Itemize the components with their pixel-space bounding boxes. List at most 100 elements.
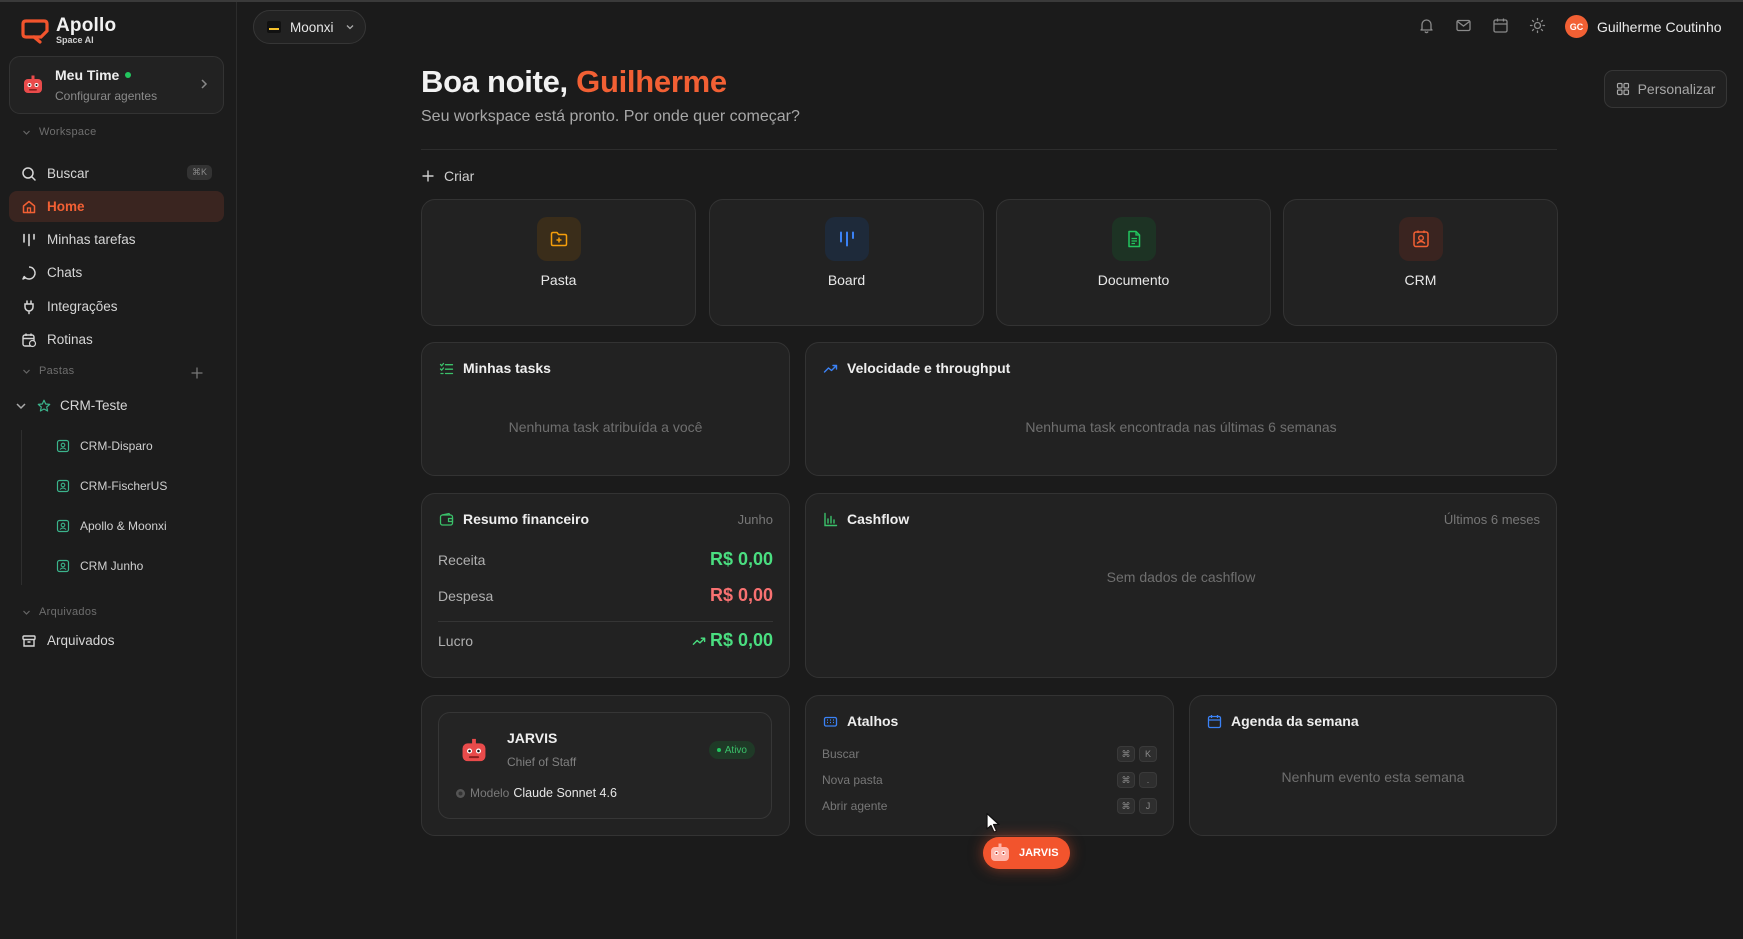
key-cap: K: [1139, 746, 1157, 762]
contact-icon: [56, 479, 70, 493]
model-chip-icon: [456, 788, 465, 798]
section-pastas[interactable]: Pastas: [22, 365, 74, 377]
cashflow-period: Últimos 6 meses: [1443, 512, 1540, 527]
chevron-down-icon: [346, 25, 353, 30]
create-card-label: Pasta: [540, 272, 577, 288]
bar-chart-icon: [824, 512, 838, 526]
agent-model: Modelo Claude Sonnet 4.6: [455, 786, 617, 800]
status-dot: [716, 748, 721, 752]
finance-label: Receita: [438, 551, 486, 568]
finance-row-receita: Receita R$ 0,00: [438, 549, 773, 570]
sidebar-subitem-crm-junho[interactable]: CRM Junho: [56, 559, 143, 573]
team-selector[interactable]: Meu Time Configurar agentes: [9, 56, 224, 114]
agent-model-value: Claude Sonnet 4.6: [513, 786, 617, 800]
user-menu[interactable]: GC Guilherme Coutinho: [1565, 15, 1722, 38]
home-icon: [22, 200, 36, 213]
create-crm-card[interactable]: CRM: [1283, 199, 1558, 326]
sidebar-subitem-crm-fischerus[interactable]: CRM-FischerUS: [56, 479, 167, 493]
robot-avatar-icon: [24, 75, 42, 93]
keyboard-icon: [823, 716, 838, 727]
widget-title: Resumo financeiro: [439, 511, 589, 527]
sun-icon[interactable]: [1529, 17, 1546, 34]
topbar-icons: [1418, 17, 1546, 34]
personalize-button[interactable]: Personalizar: [1604, 70, 1727, 108]
trending-up-icon: [823, 364, 838, 373]
create-section-header: Criar: [421, 168, 474, 184]
jarvis-floating-button[interactable]: JARVIS: [983, 837, 1070, 869]
create-board-card[interactable]: Board: [709, 199, 984, 326]
search-icon: [22, 166, 36, 181]
create-card-label: CRM: [1404, 272, 1437, 288]
folder-crm-teste[interactable]: CRM-Teste: [14, 398, 128, 413]
subitem-label: Apollo & Moonxi: [80, 519, 167, 533]
section-arquivados[interactable]: Arquivados: [22, 606, 97, 618]
widget-title-label: Agenda da semana: [1231, 713, 1359, 729]
key-cap: ⌘: [1117, 772, 1135, 788]
create-documento-card[interactable]: Documento: [996, 199, 1271, 326]
workspace-name: Moonxi: [290, 19, 334, 35]
widget-title-label: Minhas tasks: [463, 360, 551, 376]
calendar-icon: [1207, 714, 1222, 728]
sidebar-item-home[interactable]: Home: [9, 191, 224, 222]
greeting-name: Guilherme: [576, 64, 727, 99]
document-icon: [1127, 230, 1140, 248]
sidebar: Apollo Space AI Meu Time Configurar agen…: [0, 2, 237, 939]
mouse-cursor-icon: [986, 812, 1000, 833]
shortcut-keys: ⌘.: [1117, 772, 1157, 788]
agent-role: Chief of Staff: [507, 755, 577, 769]
bell-icon[interactable]: [1418, 17, 1435, 34]
sidebar-item-chats[interactable]: Chats: [9, 257, 224, 288]
empty-state-text: Nenhum evento esta semana: [1281, 769, 1465, 785]
agent-card[interactable]: JARVIS Chief of Staff Ativo Modelo Claud…: [438, 712, 772, 819]
widget-title: Velocidade e throughput: [823, 360, 1010, 376]
shortcut-row-buscar[interactable]: Buscar ⌘ K: [822, 746, 1157, 762]
sidebar-item-minhas-tarefas[interactable]: Minhas tarefas: [9, 224, 224, 255]
my-tasks-widget: Minhas tasks Nenhuma task atribuída a vo…: [421, 342, 790, 476]
board-icon: [839, 231, 854, 247]
sidebar-item-buscar[interactable]: Buscar ⌘K: [9, 158, 224, 189]
team-subtitle: Configurar agentes: [55, 89, 158, 103]
sidebar-item-label: Integrações: [47, 299, 118, 314]
key-cap: .: [1139, 772, 1157, 788]
finance-value-lucro: R$ 0,00: [692, 630, 773, 651]
sidebar-subitem-crm-disparo[interactable]: CRM-Disparo: [56, 439, 153, 453]
empty-state-text: Sem dados de cashflow: [1106, 569, 1256, 585]
subitem-label: CRM-Disparo: [80, 439, 153, 453]
page-greeting: Boa noite, Guilherme: [421, 64, 727, 100]
widget-title: Cashflow: [823, 511, 909, 527]
tasks-icon: [23, 233, 35, 246]
finance-label: Lucro: [438, 632, 474, 649]
shortcut-badge: ⌘K: [186, 165, 212, 180]
empty-state-text: Nenhuma task encontrada nas últimas 6 se…: [1025, 419, 1337, 435]
sidebar-subitem-apollo-moonxi[interactable]: Apollo & Moonxi: [56, 519, 167, 533]
agent-model-label: Modelo: [470, 786, 510, 800]
archive-icon: [22, 634, 36, 647]
widget-title-label: Atalhos: [847, 713, 899, 729]
header-divider: [421, 149, 1557, 150]
shortcut-label: Abrir agente: [822, 799, 888, 813]
workspace-selector[interactable]: Moonxi: [253, 10, 366, 44]
create-pasta-card[interactable]: Pasta: [421, 199, 696, 326]
mail-icon[interactable]: [1455, 17, 1472, 34]
trending-up-icon: [692, 637, 706, 645]
finance-value: R$ 0,00: [709, 549, 773, 569]
sidebar-item-label: Buscar: [47, 166, 90, 181]
grid-icon: [1616, 82, 1629, 96]
add-folder-plus-icon[interactable]: [190, 366, 204, 380]
calendar-clock-icon: [22, 333, 37, 347]
page-subtitle: Seu workspace está pronto. Por onde quer…: [421, 108, 800, 125]
sidebar-item-rotinas[interactable]: Rotinas: [9, 324, 224, 355]
apollo-logo-icon: [21, 18, 49, 44]
section-workspace[interactable]: Workspace: [22, 126, 97, 138]
create-icon-box: [1398, 217, 1443, 261]
app-logo[interactable]: Apollo Space AI: [20, 16, 116, 45]
shortcut-row-nova-pasta[interactable]: Nova pasta ⌘.: [822, 772, 1157, 788]
cashflow-widget: Cashflow Últimos 6 meses Sem dados de ca…: [805, 493, 1557, 678]
personalize-label: Personalizar: [1637, 81, 1716, 97]
calendar-icon[interactable]: [1492, 17, 1509, 34]
sidebar-item-integracoes[interactable]: Integrações: [9, 291, 224, 322]
finance-summary-widget: Resumo financeiro Junho Receita R$ 0,00 …: [421, 493, 790, 678]
sidebar-item-label: Home: [47, 199, 85, 214]
team-name-label: Meu Time: [55, 67, 120, 83]
sidebar-item-arquivados[interactable]: Arquivados: [9, 625, 224, 656]
